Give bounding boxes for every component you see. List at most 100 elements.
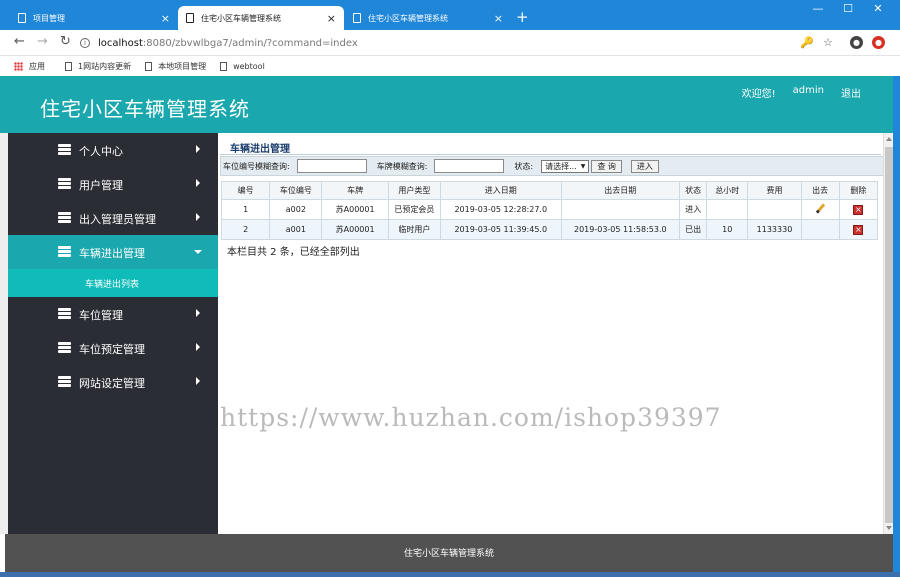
- column-header: 费用: [747, 181, 802, 200]
- page-icon: [220, 61, 228, 71]
- cell-user-type: 临时用户: [387, 219, 441, 240]
- vehicle-access-table: 编号 车位编号 车牌 用户类型 进入日期 出去日期 状态 总小时 费用 出去 删…: [220, 181, 879, 240]
- cell-exit-action: [800, 199, 840, 220]
- welcome-text: 欢迎您!: [741, 89, 776, 100]
- cell-exit-time: 2019-03-05 11:58:53.0: [560, 219, 681, 240]
- cell-enter-time: 2019-03-05 11:39:45.0: [439, 219, 562, 240]
- sidebar-item-spot-reservation[interactable]: 车位预定管理: [8, 331, 218, 365]
- sidebar-subitem-vehicle-access-list[interactable]: 车辆进出列表: [8, 269, 218, 297]
- star-icon[interactable]: ☆: [823, 36, 833, 49]
- footer-text: 住宅小区车辆管理系统: [403, 549, 494, 559]
- browser-tab-2[interactable]: 住宅小区车辆管理系统 ×: [178, 6, 344, 30]
- maximize-icon[interactable]: ☐: [833, 2, 863, 15]
- cell-fee: [747, 199, 802, 220]
- bookmark-apps[interactable]: 应用: [14, 61, 45, 72]
- back-icon[interactable]: ←: [14, 34, 25, 49]
- url-field[interactable]: i localhost:8080/zbvwlbga7/admin/?comman…: [80, 33, 800, 53]
- delete-icon[interactable]: ×: [853, 204, 864, 215]
- stack-icon: [58, 144, 71, 155]
- chevron-right-icon: [196, 343, 200, 351]
- cell-spot: a001: [269, 219, 323, 240]
- close-icon[interactable]: ×: [494, 12, 503, 25]
- search-button[interactable]: 查 询: [591, 159, 622, 173]
- sidebar-item-vehicle-access[interactable]: 车辆进出管理: [8, 235, 218, 269]
- stack-icon: [58, 342, 71, 353]
- column-header: 车牌: [321, 181, 389, 200]
- chevron-right-icon: [196, 309, 200, 317]
- left-edge: [0, 133, 8, 534]
- reload-icon[interactable]: ↻: [60, 34, 71, 49]
- sidebar: 个人中心 用户管理 出入管理员管理 车辆进出管理 车辆进出列表 车位管理 车位预…: [8, 133, 218, 534]
- key-icon[interactable]: 🔑: [800, 36, 814, 49]
- sidebar-item-label: 网站设定管理: [79, 377, 145, 390]
- status-filter-label: 状态:: [514, 161, 534, 171]
- bookmark-label: 1网站内容更新: [78, 61, 132, 71]
- cell-user-type: 已预定会员: [387, 199, 441, 220]
- chevron-down-icon: [194, 250, 202, 254]
- tab-title: 住宅小区车辆管理系统: [201, 13, 281, 23]
- cell-fee: 1133330: [747, 219, 802, 240]
- column-header: 状态: [679, 181, 708, 200]
- sidebar-item-gate-admin[interactable]: 出入管理员管理: [8, 201, 218, 235]
- url-path: :8080/zbvwlbga7/admin/?command=index: [142, 37, 358, 49]
- sidebar-item-label: 车位管理: [79, 309, 123, 322]
- apps-icon: [14, 61, 23, 71]
- table-row: 2 a001 苏A00001 临时用户 2019-03-05 11:39:45.…: [220, 219, 879, 240]
- logout-link[interactable]: 退出: [841, 85, 861, 100]
- scroll-down-icon[interactable]: [886, 526, 892, 530]
- scroll-up-icon[interactable]: [886, 137, 892, 141]
- extension-icon[interactable]: ●: [872, 36, 885, 49]
- sidebar-item-parking-spot[interactable]: 车位管理: [8, 297, 218, 331]
- username-link[interactable]: admin: [793, 85, 824, 100]
- filter-bar: 车位编号模糊查询: 车牌模糊查询: 状态: 请选择... ▼ 查 询 进入: [220, 156, 884, 176]
- browser-tab-1[interactable]: 项目管理 ×: [10, 6, 178, 30]
- window-close-icon[interactable]: ✕: [863, 2, 893, 15]
- cell-status: 进入: [679, 199, 708, 220]
- status-select[interactable]: 请选择... ▼: [541, 159, 590, 173]
- enter-button[interactable]: 进入: [630, 159, 659, 173]
- list-summary: 本栏目共 2 条，已经全部列出: [227, 247, 360, 258]
- app-header: 住宅小区车辆管理系统 欢迎您! admin 退出: [0, 76, 893, 133]
- account-icon[interactable]: ●: [850, 36, 863, 49]
- address-bar-row: ← → ↻ i localhost:8080/zbvwlbga7/admin/?…: [0, 30, 900, 56]
- column-header: 用户类型: [387, 181, 441, 200]
- spot-filter-input[interactable]: [296, 159, 367, 173]
- scroll-thumb[interactable]: [885, 147, 893, 523]
- main-content: 车辆进出管理 车位编号模糊查询: 车牌模糊查询: 状态: 请选择... ▼ 查 …: [218, 133, 884, 534]
- vertical-scrollbar[interactable]: [883, 133, 893, 534]
- close-icon[interactable]: ×: [161, 12, 170, 25]
- cell-id: 2: [220, 219, 271, 240]
- page-icon: [186, 13, 194, 23]
- delete-icon[interactable]: ×: [853, 224, 864, 235]
- taskbar-edge: [0, 572, 900, 577]
- forward-icon[interactable]: →: [37, 34, 48, 49]
- bookmark-3[interactable]: webtool: [220, 61, 265, 71]
- bookmark-2[interactable]: 本地项目管理: [145, 61, 206, 72]
- stack-icon: [58, 212, 71, 223]
- close-icon[interactable]: ×: [327, 12, 336, 25]
- select-arrow-icon: ▼: [580, 162, 586, 170]
- info-icon[interactable]: i: [80, 38, 90, 48]
- chevron-right-icon: [196, 377, 200, 385]
- sidebar-item-personal-center[interactable]: 个人中心: [8, 133, 218, 167]
- pencil-icon[interactable]: [815, 203, 825, 214]
- minimize-icon[interactable]: —: [803, 2, 833, 15]
- bookmark-1[interactable]: 1网站内容更新: [65, 61, 131, 72]
- app-title: 住宅小区车辆管理系统: [40, 97, 250, 121]
- cell-plate: 苏A00001: [321, 219, 389, 240]
- plate-filter-input[interactable]: [434, 159, 505, 173]
- page-icon: [353, 13, 361, 23]
- column-header: 进入日期: [439, 181, 562, 200]
- status-select-value: 请选择...: [545, 161, 577, 171]
- new-tab-button[interactable]: +: [516, 8, 529, 26]
- url-host: localhost: [98, 37, 143, 49]
- tab-title: 项目管理: [33, 13, 65, 23]
- table-header-row: 编号 车位编号 车牌 用户类型 进入日期 出去日期 状态 总小时 费用 出去 删…: [220, 181, 879, 200]
- stack-icon: [58, 246, 71, 257]
- column-header: 出去: [800, 181, 840, 200]
- browser-tab-3[interactable]: 住宅小区车辆管理系统 ×: [345, 6, 511, 30]
- cell-hours: 10: [706, 219, 749, 240]
- stack-icon: [58, 376, 71, 387]
- sidebar-item-user-management[interactable]: 用户管理: [8, 167, 218, 201]
- sidebar-item-site-settings[interactable]: 网站设定管理: [8, 365, 218, 399]
